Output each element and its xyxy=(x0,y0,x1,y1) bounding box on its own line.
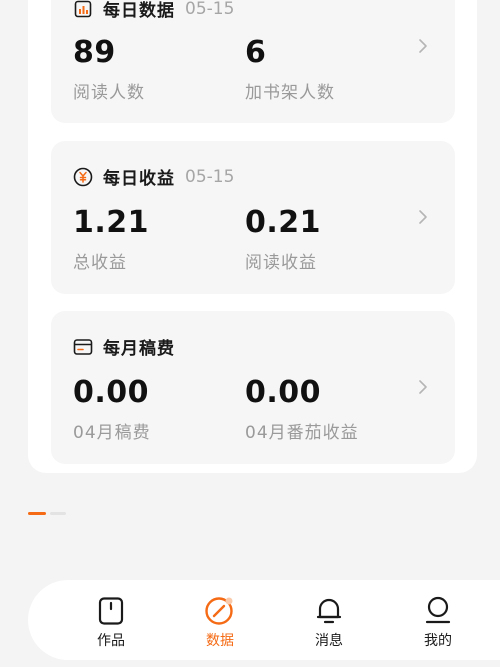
profile-icon xyxy=(424,596,452,626)
bottom-tab-bar: 作品 数据 消息 我的 xyxy=(28,580,500,660)
page-dot xyxy=(50,512,66,515)
yuan-coin-icon xyxy=(73,167,93,187)
tab-mine[interactable]: 我的 xyxy=(403,596,473,650)
metric-monthly-fee: 0.00 04月稿费 xyxy=(73,375,151,444)
card-date: 05-15 xyxy=(185,166,235,187)
metric-label: 阅读收益 xyxy=(245,253,317,273)
tab-data[interactable]: 数据 xyxy=(185,596,255,650)
metric-readers: 89 阅读人数 xyxy=(73,35,145,104)
tab-label: 我的 xyxy=(424,633,452,649)
tab-works[interactable]: 作品 xyxy=(76,596,146,650)
metric-value: 0.00 xyxy=(245,375,322,410)
card-icon xyxy=(73,337,93,357)
card-title: 每日数据 xyxy=(103,1,175,21)
tab-messages[interactable]: 消息 xyxy=(294,596,364,650)
metric-value: 89 xyxy=(73,35,116,70)
card-header: 每日数据 05-15 xyxy=(73,0,234,21)
metric-bookshelf-adds: 6 加书架人数 xyxy=(245,35,335,104)
page-dot-active xyxy=(28,512,46,515)
card-header: 每月稿费 xyxy=(73,334,185,359)
metric-total-income: 1.21 总收益 xyxy=(73,205,150,274)
chevron-right-icon[interactable] xyxy=(415,38,431,54)
daily-data-card[interactable]: 每日数据 05-15 89 阅读人数 6 加书架人数 xyxy=(51,0,455,123)
metric-label: 04月番茄收益 xyxy=(245,423,359,443)
chevron-right-icon[interactable] xyxy=(415,209,431,225)
daily-income-card[interactable]: 每日收益 05-15 1.21 总收益 0.21 阅读收益 xyxy=(51,141,455,294)
tab-label: 消息 xyxy=(315,633,343,649)
card-header: 每日收益 05-15 xyxy=(73,164,234,189)
metric-label: 阅读人数 xyxy=(73,83,145,103)
works-icon xyxy=(98,596,124,626)
metric-label: 加书架人数 xyxy=(245,83,335,103)
metric-label: 04月稿费 xyxy=(73,423,151,443)
metric-value: 0.00 xyxy=(73,375,150,410)
page-indicator xyxy=(28,512,66,515)
bar-chart-icon xyxy=(73,0,93,19)
metric-value: 0.21 xyxy=(245,205,322,240)
metric-fanqie-income: 0.00 04月番茄收益 xyxy=(245,375,359,444)
metric-value: 6 xyxy=(245,35,267,70)
data-icon xyxy=(204,596,236,626)
metric-reading-income: 0.21 阅读收益 xyxy=(245,205,322,274)
card-title: 每日收益 xyxy=(103,169,175,189)
tab-label: 作品 xyxy=(97,633,125,649)
monthly-fee-card[interactable]: 每月稿费 0.00 04月稿费 0.00 04月番茄收益 xyxy=(51,311,455,464)
card-date: 05-15 xyxy=(185,0,235,19)
tab-label: 数据 xyxy=(206,633,234,649)
metric-value: 1.21 xyxy=(73,205,150,240)
card-title: 每月稿费 xyxy=(103,339,175,359)
metric-label: 总收益 xyxy=(73,253,127,273)
chevron-right-icon[interactable] xyxy=(415,379,431,395)
bell-icon xyxy=(315,596,343,626)
